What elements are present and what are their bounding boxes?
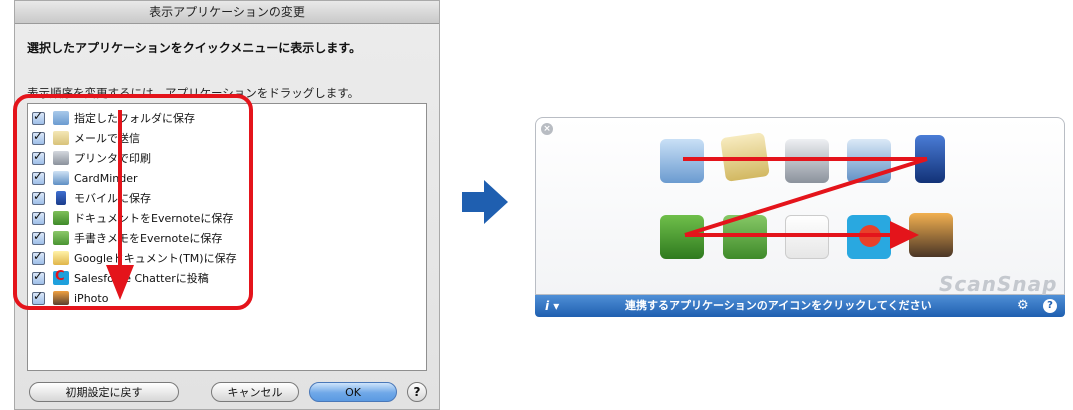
checkbox[interactable] [32,209,45,225]
dialog-title: 表示アプリケーションの変更 [15,1,439,24]
instruction-text: 連携するアプリケーションのアイコンをクリックしてください [625,299,932,312]
gear-icon[interactable]: ⚙ [1017,295,1029,317]
dialog-hint: 表示順序を変更するには、アプリケーションをドラッグします。 [27,86,360,100]
printer-icon [53,151,69,165]
evernote-note-icon [53,231,69,245]
mail-icon [53,131,69,145]
reset-defaults-button[interactable]: 初期設定に戻す [29,382,179,402]
folder-icon [53,111,69,125]
help-icon[interactable]: ? [1043,299,1057,313]
checkbox[interactable] [32,169,45,185]
google-docs-icon [53,251,69,265]
help-button[interactable]: ? [407,382,427,402]
list-item[interactable]: iPhoto [28,288,108,308]
status-bar: i ▾ 連携するアプリケーションのアイコンをクリックしてください ⚙ ? [535,295,1065,317]
checkbox[interactable] [32,289,45,305]
info-menu-button[interactable]: i ▾ [545,295,559,317]
checkbox[interactable] [32,189,45,205]
checkbox[interactable] [32,109,45,125]
mobile-icon [56,191,66,205]
scansnap-quick-menu: × ScanSnap i ▾ 連携するアプリケーションのアイコンをクリックしてく… [535,117,1065,317]
checkbox[interactable] [32,249,45,265]
list-item-label: 手書きメモをEvernoteに保存 [74,232,223,245]
right-arrow-icon [462,180,508,224]
brand-logo: ScanSnap [939,272,1058,296]
cardminder-icon [53,171,69,185]
application-list[interactable]: 指定したフォルダに保存 メールで送信 プリンタで印刷 CardMinder モバ… [27,103,427,371]
list-item-label: ドキュメントをEvernoteに保存 [74,212,234,225]
cancel-button[interactable]: キャンセル [211,382,299,402]
ok-button[interactable]: OK [309,382,397,402]
drag-down-arrow-icon [106,110,134,300]
salesforce-icon: C [53,269,69,285]
order-arrow-icon [683,157,928,249]
change-display-apps-dialog: 表示アプリケーションの変更 選択したアプリケーションをクイックメニューに表示しま… [14,0,440,410]
iphoto-icon [53,291,69,305]
checkbox[interactable] [32,229,45,245]
checkbox[interactable] [32,149,45,165]
list-item-label: Googleドキュメント(TM)に保存 [74,252,237,265]
checkbox[interactable] [32,129,45,145]
checkbox[interactable] [32,269,45,285]
dialog-heading: 選択したアプリケーションをクイックメニューに表示します。 [27,41,362,55]
evernote-document-icon [53,211,69,225]
list-item-label: Salesforce Chatterに投稿 [74,272,209,285]
